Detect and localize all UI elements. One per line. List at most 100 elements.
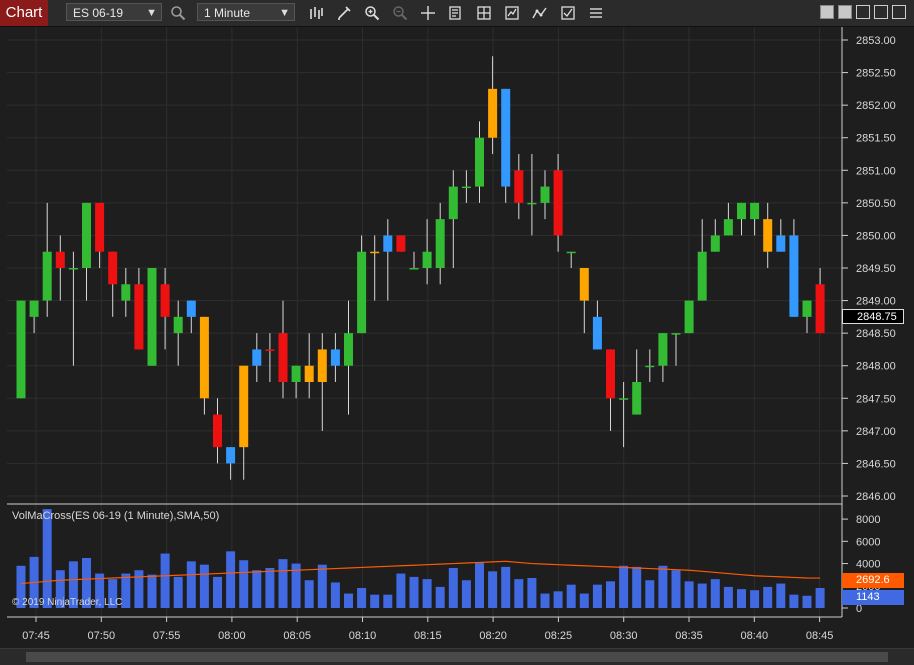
volume-bar: [317, 564, 327, 608]
price-tick-label: 2848.50: [856, 328, 896, 340]
volume-bar: [448, 568, 458, 608]
volume-bar: [789, 594, 799, 608]
candle-body: [330, 349, 340, 366]
volume-bar: [370, 594, 380, 608]
volume-bar: [239, 560, 249, 608]
volume-bar: [802, 595, 812, 608]
volume-bar: [723, 586, 733, 608]
time-tick-label: 07:55: [153, 630, 181, 642]
candle-body: [304, 365, 314, 382]
ma-value-tag: 2692.6: [842, 573, 904, 588]
candle-body: [370, 251, 380, 254]
chart-canvas[interactable]: 2853.00 2852.50 2852.00 2851.50 2851.00 2850.…: [0, 0, 914, 648]
candle-body: [357, 251, 367, 334]
candle-body: [540, 186, 550, 203]
volume-tick-label: 8000: [856, 514, 880, 526]
candle-body: [815, 284, 825, 334]
candle-body: [723, 219, 733, 236]
volume-tick-label: 4000: [856, 559, 880, 571]
volume-bar: [566, 584, 576, 608]
candle-body: [658, 333, 668, 366]
volume-bar: [553, 591, 563, 608]
candle-body: [448, 186, 458, 220]
time-tick-label: 07:50: [88, 630, 116, 642]
volume-bar: [134, 570, 144, 608]
volume-bar: [606, 581, 615, 608]
price-tick-label: 2847.00: [856, 426, 896, 438]
candle-body: [55, 251, 65, 268]
candle-body: [213, 414, 222, 448]
price-tick-label: 2849.50: [856, 263, 896, 275]
volume-bar: [435, 586, 445, 608]
volume-bar: [278, 559, 288, 608]
candle-body: [160, 284, 170, 317]
candle-body: [606, 349, 615, 399]
candle-body: [697, 251, 707, 301]
time-tick-label: 08:35: [675, 630, 703, 642]
candle-body: [776, 235, 786, 252]
candle-body: [199, 316, 209, 399]
candle-body: [553, 170, 563, 236]
volume-bar: [710, 579, 720, 608]
volume-tick-label: 6000: [856, 536, 880, 548]
volume-bar: [475, 562, 484, 608]
candle-body: [383, 235, 393, 252]
time-tick-label: 08:40: [741, 630, 769, 642]
candle-body: [514, 170, 524, 203]
volume-bar: [632, 566, 642, 608]
price-axis: 2853.00 2852.50 2852.00 2851.50 2851.00 2850.…: [842, 35, 896, 503]
last-price-tag: 2848.75: [842, 309, 904, 324]
candle-body: [344, 333, 353, 366]
volume-bar: [396, 573, 406, 608]
price-tick-label: 2851.50: [856, 133, 896, 145]
volume-bar: [173, 576, 183, 608]
volume-bar: [645, 580, 655, 608]
volume-bar: [684, 581, 694, 608]
horizontal-scrollbar[interactable]: [0, 648, 914, 665]
scrollbar-thumb[interactable]: [26, 652, 888, 662]
candle-body: [488, 88, 498, 138]
volume-value-tag: 1143: [842, 590, 904, 605]
indicator-label: VolMaCross(ES 06-19 (1 Minute),SMA,50): [12, 510, 220, 522]
volume-bar: [160, 553, 170, 608]
volume-bar: [252, 570, 262, 608]
candle-body: [226, 447, 236, 464]
time-tick-label: 08:45: [806, 630, 834, 642]
candle-body: [632, 382, 642, 415]
price-tick-label: 2846.50: [856, 458, 896, 470]
time-axis: 07:45 07:50 07:55 08:00 08:05 08:10 08:15 08:20…: [22, 617, 833, 642]
candle-body: [291, 365, 301, 382]
volume-bar: [750, 590, 760, 608]
volume-bar: [579, 593, 589, 608]
volume-bar: [514, 579, 524, 608]
volume-bar: [488, 571, 498, 608]
candle-body: [265, 349, 275, 351]
candle-body: [278, 333, 288, 382]
volume-bar: [330, 582, 340, 608]
candle-body: [134, 284, 144, 350]
candle-body: [121, 284, 131, 301]
price-tick-label: 2850.50: [856, 198, 896, 210]
candle-body: [619, 398, 629, 400]
price-tick-label: 2850.00: [856, 230, 896, 242]
candle-body: [501, 88, 511, 187]
candle-body: [737, 202, 746, 220]
price-tick-label: 2852.50: [856, 68, 896, 80]
volume-bar: [658, 565, 668, 608]
time-tick-label: 08:05: [283, 630, 311, 642]
volume-bar: [199, 564, 209, 608]
candle-body: [186, 300, 196, 317]
candle-body: [435, 219, 445, 268]
candle-body: [527, 202, 537, 205]
candle-body: [409, 268, 419, 270]
price-tick-label: 2848.00: [856, 361, 896, 373]
candle-body: [802, 300, 812, 317]
volume-bar: [265, 568, 275, 608]
candle-body: [396, 235, 406, 252]
volume-bar: [697, 583, 707, 608]
volume-bar: [671, 570, 681, 608]
time-tick-label: 08:00: [218, 630, 246, 642]
volume-bar: [357, 588, 367, 608]
candle-body: [147, 268, 157, 366]
volume-bar: [344, 593, 353, 608]
